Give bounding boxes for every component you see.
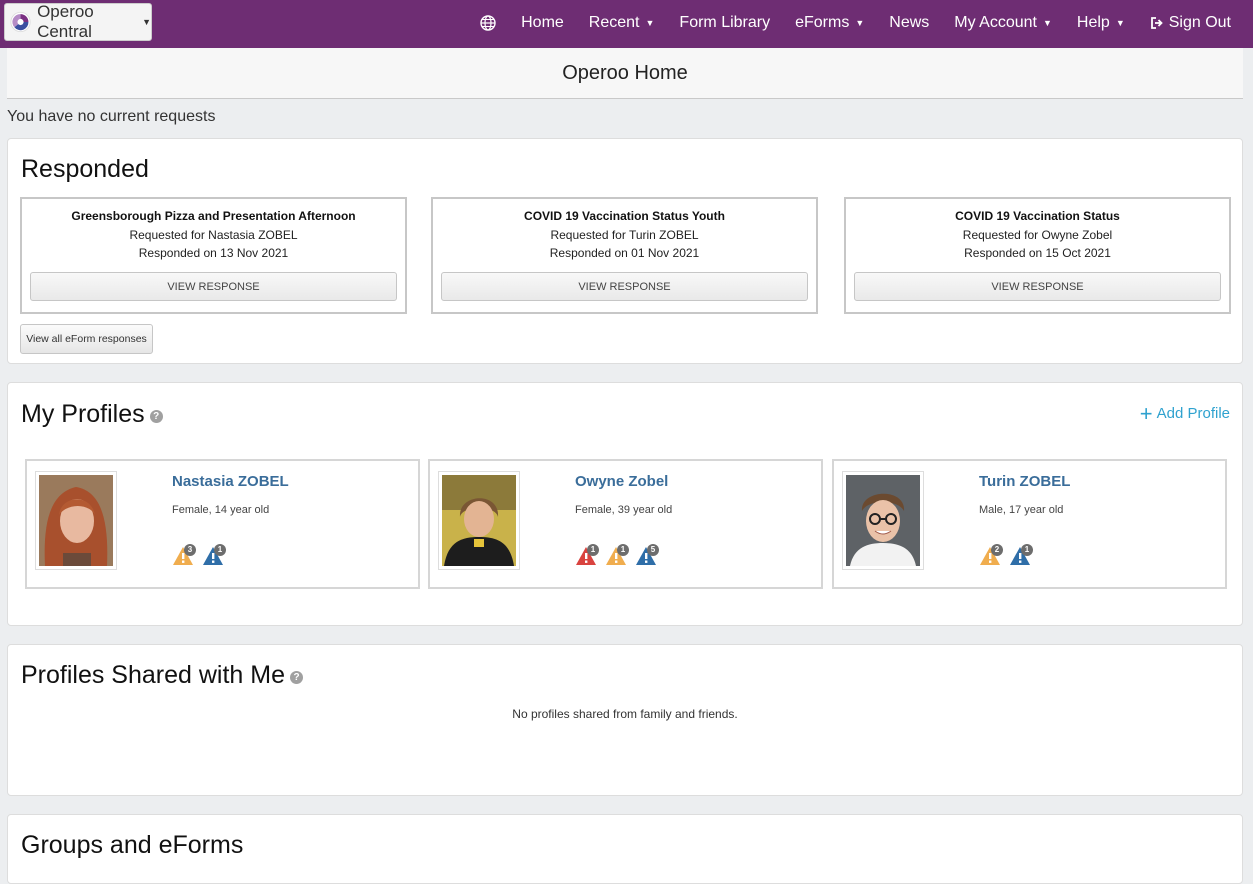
help-icon[interactable]: ?: [290, 670, 304, 684]
my-profiles-heading-text: My Profiles: [21, 400, 145, 428]
profile-card[interactable]: Nastasia ZOBEL Female, 14 year old 3 1: [25, 459, 420, 589]
help-icon[interactable]: ?: [149, 409, 163, 423]
caret-down-icon: ▼: [1042, 18, 1052, 28]
critical-alert-badge[interactable]: 1: [575, 544, 601, 566]
view-response-button[interactable]: VIEW RESPONSE: [30, 272, 397, 301]
nav-news-label: News: [889, 14, 930, 31]
groups-eforms-heading: Groups and eForms: [21, 831, 244, 859]
nav-recent[interactable]: Recent ▼: [589, 14, 655, 32]
my-profiles-heading: My Profiles?: [21, 400, 163, 429]
nav-home[interactable]: Home: [521, 14, 564, 32]
caret-down-icon: ▼: [645, 18, 655, 28]
operoo-logo-icon: [10, 11, 31, 33]
nav-form-library[interactable]: Form Library: [679, 14, 770, 32]
nav-recent-label: Recent: [588, 14, 640, 31]
profile-photo[interactable]: [842, 471, 924, 570]
caret-down-icon: ▼: [855, 18, 865, 28]
alert-badge[interactable]: 5: [635, 544, 661, 566]
caret-down-icon: ▼: [142, 17, 151, 27]
alert-badge[interactable]: 1: [202, 544, 228, 566]
nav-help-label: Help: [1076, 14, 1110, 31]
badge-count: 1: [1021, 544, 1033, 556]
nav-news[interactable]: News: [889, 14, 929, 32]
warning-badge[interactable]: 2: [979, 544, 1005, 566]
profile-photo[interactable]: [35, 471, 117, 570]
nav-eforms[interactable]: eForms ▼: [795, 14, 864, 32]
top-navbar: Operoo Central ▼ Home Recent ▼ Form Libra…: [0, 0, 1253, 48]
globe-icon: [480, 15, 496, 31]
profile-name-link[interactable]: Turin ZOBEL: [979, 473, 1070, 490]
shared-profiles-heading: Profiles Shared with Me?: [21, 661, 304, 690]
view-all-responses-button[interactable]: View all eForm responses: [20, 324, 153, 354]
shared-profiles-panel: Profiles Shared with Me? No profiles sha…: [7, 644, 1243, 796]
profile-photo[interactable]: [438, 471, 520, 570]
page-title: Operoo Home: [7, 48, 1243, 99]
nav-form-library-label: Form Library: [679, 14, 771, 31]
nav-my-account-label: My Account: [954, 14, 1037, 31]
view-response-button[interactable]: VIEW RESPONSE: [854, 272, 1221, 301]
profile-photo-image: [442, 475, 516, 566]
badge-count: 2: [991, 544, 1003, 556]
response-date: Responded on 15 Oct 2021: [964, 246, 1111, 260]
nav-home-label: Home: [521, 14, 564, 31]
badge-count: 1: [214, 544, 226, 556]
responded-heading: Responded: [21, 155, 149, 183]
response-card: COVID 19 Vaccination Status Youth Reques…: [431, 197, 818, 314]
my-profiles-panel: My Profiles? + Add Profile Nastasia ZOBE…: [7, 382, 1243, 626]
profile-badges: 3 1: [172, 544, 232, 566]
response-requested-for: Requested for Owyne Zobel: [962, 228, 1113, 242]
shared-profiles-heading-text: Profiles Shared with Me: [21, 661, 286, 689]
nav-sign-out[interactable]: Sign Out: [1150, 14, 1231, 32]
response-date: Responded on 01 Nov 2021: [549, 246, 700, 260]
profile-photo-image: [846, 475, 920, 566]
language-globe-button[interactable]: [480, 15, 496, 31]
profile-badges: 1 1 5: [575, 544, 665, 566]
profile-info: Female, 14 year old: [172, 504, 270, 516]
response-form-title: Greensborough Pizza and Presentation Aft…: [71, 209, 356, 223]
shared-empty-message: No profiles shared from family and frien…: [512, 707, 738, 721]
response-form-title: COVID 19 Vaccination Status Youth: [524, 209, 725, 223]
profile-photo-image: [39, 475, 113, 566]
badge-count: 1: [587, 544, 599, 556]
responded-panel: Responded Greensborough Pizza and Presen…: [7, 138, 1243, 364]
response-requested-for: Requested for Nastasia ZOBEL: [129, 228, 298, 242]
profile-card[interactable]: Turin ZOBEL Male, 17 year old 2 1: [832, 459, 1227, 589]
brand-label: Operoo Central: [37, 2, 94, 41]
profile-badges: 2 1: [979, 544, 1039, 566]
plus-icon: +: [1139, 400, 1153, 426]
badge-count: 5: [647, 544, 659, 556]
response-form-title: COVID 19 Vaccination Status: [955, 209, 1120, 223]
profile-name-link[interactable]: Nastasia ZOBEL: [172, 473, 289, 490]
profile-info: Male, 17 year old: [979, 504, 1064, 516]
nav-eforms-label: eForms: [795, 14, 850, 31]
response-date: Responded on 13 Nov 2021: [138, 246, 289, 260]
caret-down-icon: ▼: [1115, 18, 1125, 28]
warning-badge[interactable]: 3: [172, 544, 198, 566]
badge-count: 1: [617, 544, 629, 556]
profile-info: Female, 39 year old: [575, 504, 673, 516]
nav-my-account[interactable]: My Account ▼: [954, 14, 1052, 32]
sign-out-icon: [1150, 17, 1163, 29]
add-profile-label: Add Profile: [1156, 405, 1230, 422]
view-response-button[interactable]: VIEW RESPONSE: [441, 272, 808, 301]
response-card: COVID 19 Vaccination Status Requested fo…: [844, 197, 1231, 314]
brand-dropdown[interactable]: Operoo Central ▼: [4, 2, 152, 41]
badge-count: 3: [184, 544, 196, 556]
no-requests-message: You have no current requests: [7, 108, 216, 125]
profile-name-link[interactable]: Owyne Zobel: [575, 473, 668, 490]
nav-sign-out-label: Sign Out: [1168, 14, 1231, 31]
warning-badge[interactable]: 1: [605, 544, 631, 566]
add-profile-button[interactable]: + Add Profile: [1139, 400, 1230, 426]
alert-badge[interactable]: 1: [1009, 544, 1035, 566]
profile-card[interactable]: Owyne Zobel Female, 39 year old 1 1 5: [428, 459, 823, 589]
nav-help[interactable]: Help ▼: [1077, 14, 1125, 32]
groups-eforms-panel: Groups and eForms: [7, 814, 1243, 884]
response-requested-for: Requested for Turin ZOBEL: [550, 228, 699, 242]
response-card: Greensborough Pizza and Presentation Aft…: [20, 197, 407, 314]
